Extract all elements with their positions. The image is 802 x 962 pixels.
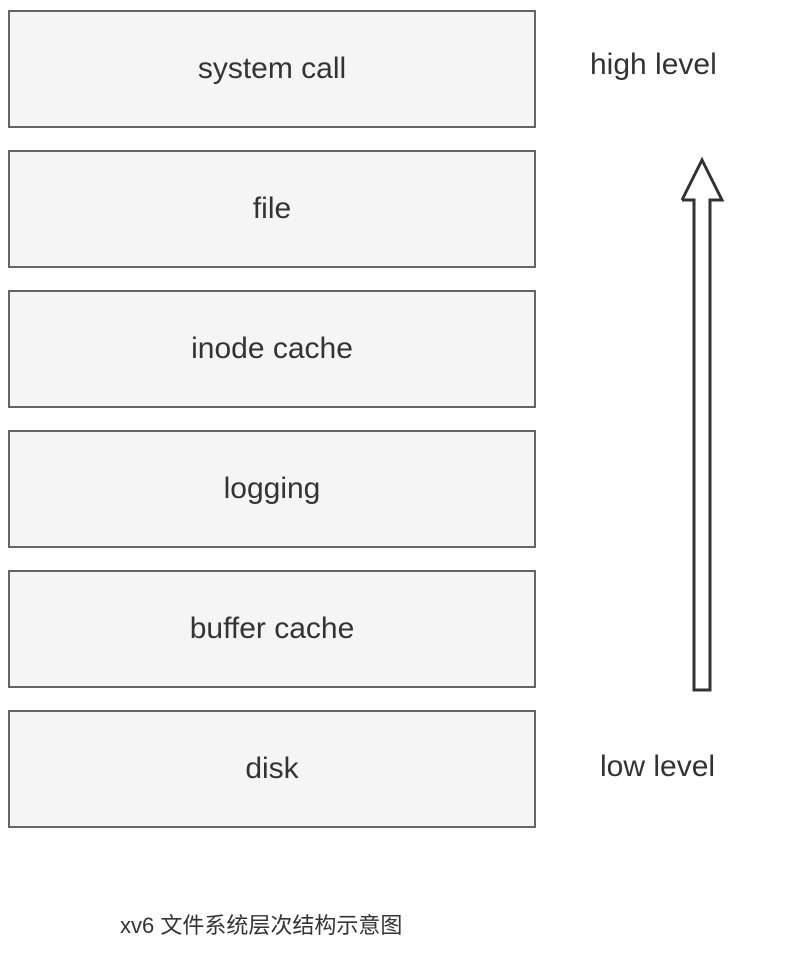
layer-label: disk [245,752,298,786]
layer-label: inode cache [191,332,353,366]
layer-inode-cache: inode cache [8,290,536,408]
layer-buffer-cache: buffer cache [8,570,536,688]
layer-disk: disk [8,710,536,828]
caption: xv6 文件系统层次结构示意图 [120,908,402,940]
layer-system-call: system call [8,10,536,128]
layer-label: buffer cache [190,612,355,646]
layer-file: file [8,150,536,268]
high-level-label: high level [590,48,717,82]
diagram-container: system call file inode cache logging buf… [0,0,802,962]
low-level-label: low level [600,750,715,784]
layer-logging: logging [8,430,536,548]
layers-column: system call file inode cache logging buf… [8,10,536,850]
layer-label: logging [224,472,321,506]
layer-label: system call [198,52,346,86]
up-arrow-icon [672,150,732,702]
layer-label: file [253,192,291,226]
right-column: high level low level [580,10,790,838]
